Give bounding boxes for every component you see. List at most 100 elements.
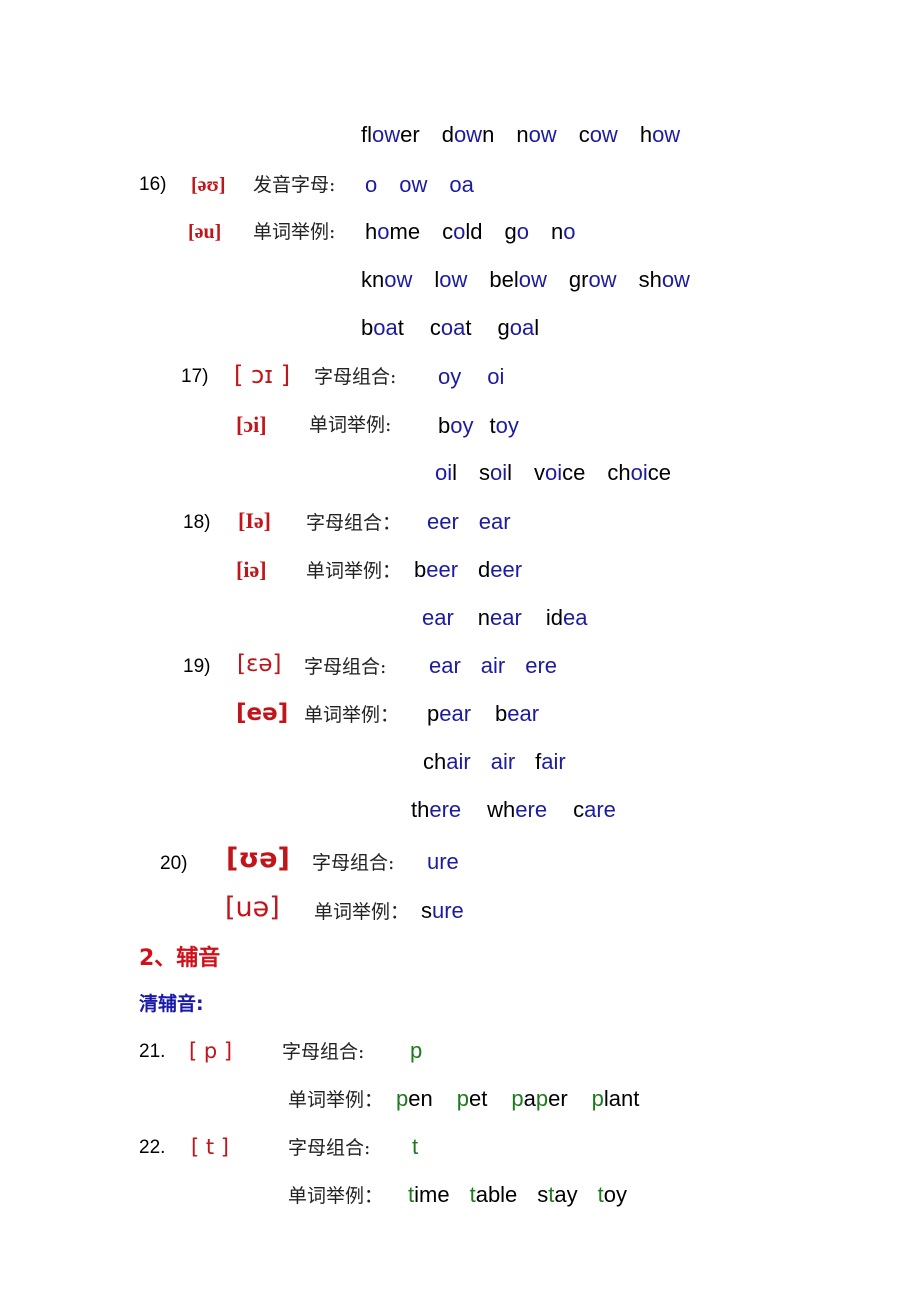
ipa-symbol: [ p ]: [189, 1039, 233, 1063]
highlighted-letters: o: [516, 219, 529, 244]
letters-label: 字母组合:: [312, 852, 395, 874]
plain-letters: n: [482, 122, 495, 147]
highlighted-letters: ow: [372, 122, 401, 147]
highlighted-letters: o: [377, 219, 390, 244]
letter-combo: t: [412, 1134, 419, 1159]
example-word: pet: [457, 1084, 488, 1114]
example-word: ear: [422, 603, 454, 633]
highlighted-letters: ow: [588, 267, 617, 292]
examples-label: 单词举例：: [306, 560, 402, 582]
ipa-symbol: [Iə]: [238, 508, 271, 533]
letter-combos: o ow oa: [365, 170, 474, 200]
highlighted-letters: ow: [652, 122, 681, 147]
example-word: flower: [361, 120, 420, 150]
example-word: voice: [534, 458, 585, 488]
plain-letters: c: [578, 122, 590, 147]
example-word: down: [442, 120, 495, 150]
word-row: sure: [421, 896, 464, 926]
plain-letters: ld: [465, 219, 483, 244]
highlighted-letters: p: [535, 1086, 549, 1111]
section-heading-consonants: 2、辅音: [139, 946, 221, 971]
highlighted-letters: oi: [545, 460, 563, 485]
letters-label: 字母组合:: [304, 656, 387, 678]
plain-letters: s: [479, 460, 491, 485]
plain-letters: p: [427, 701, 440, 726]
word-row: boat coat goal: [361, 313, 539, 343]
highlighted-letters: ere: [429, 797, 462, 822]
plain-letters: ce: [647, 460, 672, 485]
plain-letters: me: [389, 219, 421, 244]
example-word: soil: [479, 458, 512, 488]
plain-letters: b: [414, 557, 427, 582]
example-word: toy: [490, 411, 519, 441]
highlighted-letters: ow: [453, 122, 483, 147]
plain-letters: ch: [423, 749, 447, 774]
highlighted-letters: p: [591, 1086, 604, 1111]
examples-label: 单词举例：: [288, 1185, 384, 1207]
example-word: where: [487, 795, 547, 825]
ipa-symbol-alt: [iə]: [236, 557, 267, 582]
example-word: bear: [495, 699, 539, 729]
ipa-symbol-alt: [ɔi]: [236, 412, 267, 437]
item-number: 16): [139, 174, 167, 195]
item-number: 20): [160, 853, 188, 874]
letter-combo: eer: [427, 509, 459, 534]
letter-combo: oa: [449, 172, 474, 197]
example-word: chair: [423, 747, 471, 777]
word-row: boy toy: [438, 411, 519, 441]
examples-label: 单词举例:: [253, 221, 336, 243]
example-word: low: [434, 265, 467, 295]
highlighted-letters: o: [563, 219, 576, 244]
letter-combo: p: [410, 1038, 423, 1063]
plain-letters: t: [465, 315, 472, 340]
highlighted-letters: oi: [435, 460, 453, 485]
item-number: 19): [183, 656, 211, 677]
plain-letters: wh: [487, 797, 516, 822]
example-word: know: [361, 265, 412, 295]
plain-letters: n: [550, 219, 564, 244]
plain-letters: th: [411, 797, 430, 822]
plain-letters: n: [477, 605, 491, 630]
plain-letters: ay: [554, 1182, 578, 1207]
letter-combos: eer ear: [427, 507, 511, 537]
example-word: paper: [511, 1084, 567, 1114]
plain-letters: l: [507, 460, 513, 485]
example-word: there: [411, 795, 461, 825]
letter-combo: ere: [525, 653, 558, 678]
word-row: home cold go no: [365, 217, 575, 247]
letter-combo: ear: [478, 509, 511, 534]
word-row: pear bear: [427, 699, 539, 729]
ipa-symbol-alt: [uə]: [225, 892, 280, 923]
example-word: care: [573, 795, 616, 825]
item-number: 18): [183, 512, 211, 533]
plain-letters: b: [361, 315, 374, 340]
ipa-symbol-alt: [eə]: [236, 700, 289, 726]
example-word: cow: [579, 120, 618, 150]
example-word: time: [408, 1180, 450, 1210]
plain-letters: b: [438, 413, 451, 438]
example-word: pen: [396, 1084, 433, 1114]
letter-combos: ear air ere: [429, 651, 557, 681]
highlighted-letters: o: [453, 219, 466, 244]
plain-letters: g: [497, 315, 510, 340]
plain-letters: g: [504, 219, 517, 244]
highlighted-letters: are: [584, 797, 616, 822]
plain-letters: d: [441, 122, 454, 147]
item-number: 21.: [139, 1041, 166, 1062]
letters-label: 字母组合:: [314, 366, 397, 388]
highlighted-letters: p: [511, 1086, 524, 1111]
example-word: oil: [435, 458, 457, 488]
plain-letters: kn: [361, 267, 385, 292]
letter-combo: air: [480, 653, 506, 678]
highlighted-letters: ow: [439, 267, 468, 292]
plain-letters: d: [478, 557, 491, 582]
example-word: air: [491, 747, 515, 777]
letter-combos: oy oi: [438, 362, 504, 392]
plain-letters: ime: [414, 1182, 450, 1207]
highlighted-letters: eer: [426, 557, 459, 582]
plain-letters: b: [495, 701, 508, 726]
plain-letters: s: [537, 1182, 549, 1207]
plain-letters: ce: [562, 460, 586, 485]
letter-combo: ear: [429, 653, 461, 678]
plain-letters: en: [408, 1086, 433, 1111]
